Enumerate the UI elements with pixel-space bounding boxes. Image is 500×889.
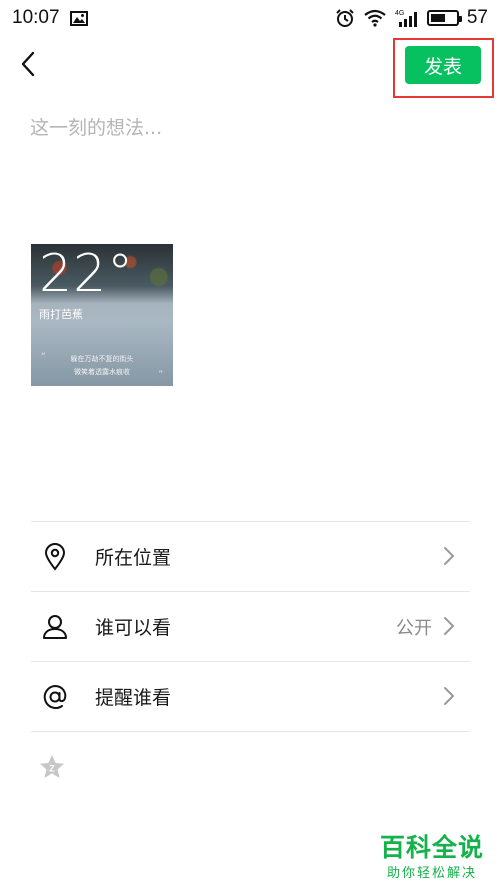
chevron-right-icon: [444, 617, 455, 635]
alarm-icon: [336, 9, 354, 27]
svg-text:Z: Z: [49, 764, 55, 774]
photo-temperature: 22°: [39, 244, 135, 304]
photo-thumbnail[interactable]: 22° 雨打芭蕉 “ 躲在万劫不复的街头 微笑着透露水痕收 ”: [31, 244, 173, 386]
publish-button[interactable]: 发表: [405, 46, 481, 84]
watermark-title: 百科全说: [379, 833, 484, 862]
divider: [31, 731, 470, 732]
photo-subtitle: 雨打芭蕉: [39, 308, 83, 321]
status-right: 4G 57: [335, 7, 488, 29]
chevron-right-icon: [444, 687, 455, 705]
status-bar: 10:07 4G 57: [0, 0, 500, 36]
photo-quote-line1: 躲在万劫不复的街头: [70, 355, 134, 363]
chevron-left-icon: [21, 51, 35, 77]
status-left: 10:07: [12, 7, 88, 29]
svg-text:4G: 4G: [395, 10, 404, 17]
chevron-right-icon: [444, 547, 455, 565]
option-location[interactable]: 所在位置: [31, 522, 470, 591]
option-mention[interactable]: 提醒谁看: [31, 662, 470, 731]
thought-input[interactable]: [30, 108, 470, 148]
option-label: 所在位置: [95, 547, 172, 569]
watermark-logo: 百科全说 助你轻松解决: [380, 828, 484, 881]
option-label: 谁可以看: [95, 617, 172, 639]
options-list: 所在位置 谁可以看 公开 提醒谁看: [31, 521, 470, 732]
signal-icon: 4G: [395, 10, 417, 27]
battery-text: 57: [466, 7, 488, 28]
star-icon[interactable]: Z: [38, 753, 66, 781]
photo-quote-close: ”: [158, 370, 163, 380]
status-time: 10:07: [12, 7, 60, 28]
battery-icon: [426, 10, 462, 26]
image-icon: [69, 10, 88, 26]
photo-quote-line2: 微笑着透露水痕收: [74, 368, 130, 376]
option-visibility[interactable]: 谁可以看 公开: [31, 592, 470, 661]
person-icon: [41, 613, 69, 641]
battery-level: [430, 14, 445, 22]
at-icon: [41, 683, 69, 711]
wifi-icon: [364, 9, 386, 27]
location-pin-icon: [41, 542, 69, 571]
watermark-subtitle: 助你轻松解决: [386, 866, 477, 881]
option-label: 提醒谁看: [95, 687, 172, 709]
option-value: 公开: [396, 617, 432, 639]
back-button[interactable]: [10, 46, 46, 82]
